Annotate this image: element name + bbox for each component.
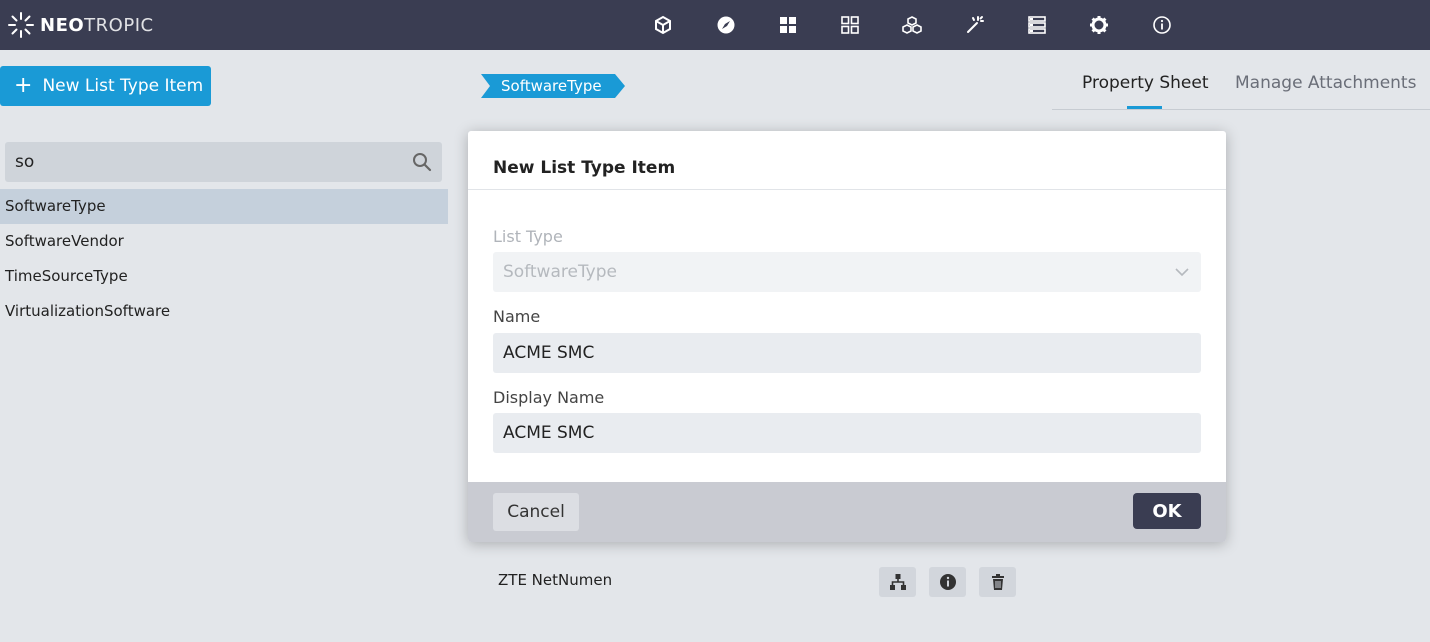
compass-icon[interactable]	[714, 13, 738, 37]
display-name-label: Display Name	[493, 388, 605, 407]
plus-icon: +	[14, 73, 33, 98]
info-button[interactable]	[929, 567, 966, 597]
list-item-timesourcetype[interactable]: TimeSourceType	[0, 259, 448, 294]
list-type-label: List Type	[493, 227, 563, 246]
name-field[interactable]: ACME SMC	[493, 333, 1201, 373]
cancel-button[interactable]: Cancel	[493, 493, 579, 531]
list-item-virtualizationsoftware[interactable]: VirtualizationSoftware	[0, 294, 448, 329]
new-list-type-item-label: New List Type Item	[42, 76, 204, 96]
delete-button[interactable]	[979, 567, 1016, 597]
hierarchy-button[interactable]	[879, 567, 916, 597]
dialog-footer: Cancel OK	[468, 482, 1226, 542]
dialog-divider	[468, 189, 1226, 190]
search-input[interactable]: so	[5, 142, 442, 182]
search-input-value: so	[15, 152, 35, 172]
trash-icon	[991, 574, 1004, 590]
ok-button[interactable]: OK	[1133, 493, 1201, 529]
list-item-softwarevendor[interactable]: SoftwareVendor	[0, 224, 448, 259]
breadcrumb-label: SoftwareType	[501, 77, 602, 95]
info-icon[interactable]	[1150, 13, 1174, 37]
table-row-label: ZTE NetNumen	[498, 571, 613, 589]
tab-property-sheet[interactable]: Property Sheet	[1082, 73, 1209, 93]
name-field-value: ACME SMC	[503, 343, 595, 363]
list-type-value: SoftwareType	[503, 262, 617, 282]
tab-manage-attachments[interactable]: Manage Attachments	[1235, 73, 1416, 93]
search-icon[interactable]	[412, 152, 432, 172]
list-type-list: SoftwareType SoftwareVendor TimeSourceTy…	[0, 189, 448, 329]
cube-icon[interactable]	[651, 13, 675, 37]
logo[interactable]: NEOTROPIC	[6, 10, 154, 40]
breadcrumb[interactable]: SoftwareType	[481, 74, 625, 98]
logo-text: NEOTROPIC	[40, 14, 154, 36]
hierarchy-icon	[889, 574, 906, 590]
new-list-type-item-dialog: New List Type Item List Type SoftwareTyp…	[468, 131, 1226, 542]
cubes-icon[interactable]	[900, 13, 924, 37]
list-type-select: SoftwareType	[493, 252, 1201, 292]
chevron-down-icon	[1175, 268, 1189, 277]
active-tab-indicator	[1127, 106, 1162, 109]
display-name-field-value: ACME SMC	[503, 423, 595, 443]
list-icon[interactable]	[1025, 13, 1049, 37]
display-name-field[interactable]: ACME SMC	[493, 413, 1201, 453]
tab-bar: Property Sheet Manage Attachments	[1052, 66, 1430, 110]
name-label: Name	[493, 307, 541, 326]
info-circle-icon	[939, 574, 956, 590]
grid-filled-icon[interactable]	[776, 13, 800, 37]
magic-wand-icon[interactable]	[962, 13, 986, 37]
grid-outline-icon[interactable]	[838, 13, 862, 37]
list-item-softwaretype[interactable]: SoftwareType	[0, 189, 448, 224]
new-list-type-item-button[interactable]: + New List Type Item	[0, 66, 211, 106]
gear-icon[interactable]	[1087, 13, 1111, 37]
dialog-title: New List Type Item	[493, 158, 676, 178]
top-navigation-bar: NEOTROPIC	[0, 0, 1430, 50]
logo-icon	[8, 12, 34, 38]
